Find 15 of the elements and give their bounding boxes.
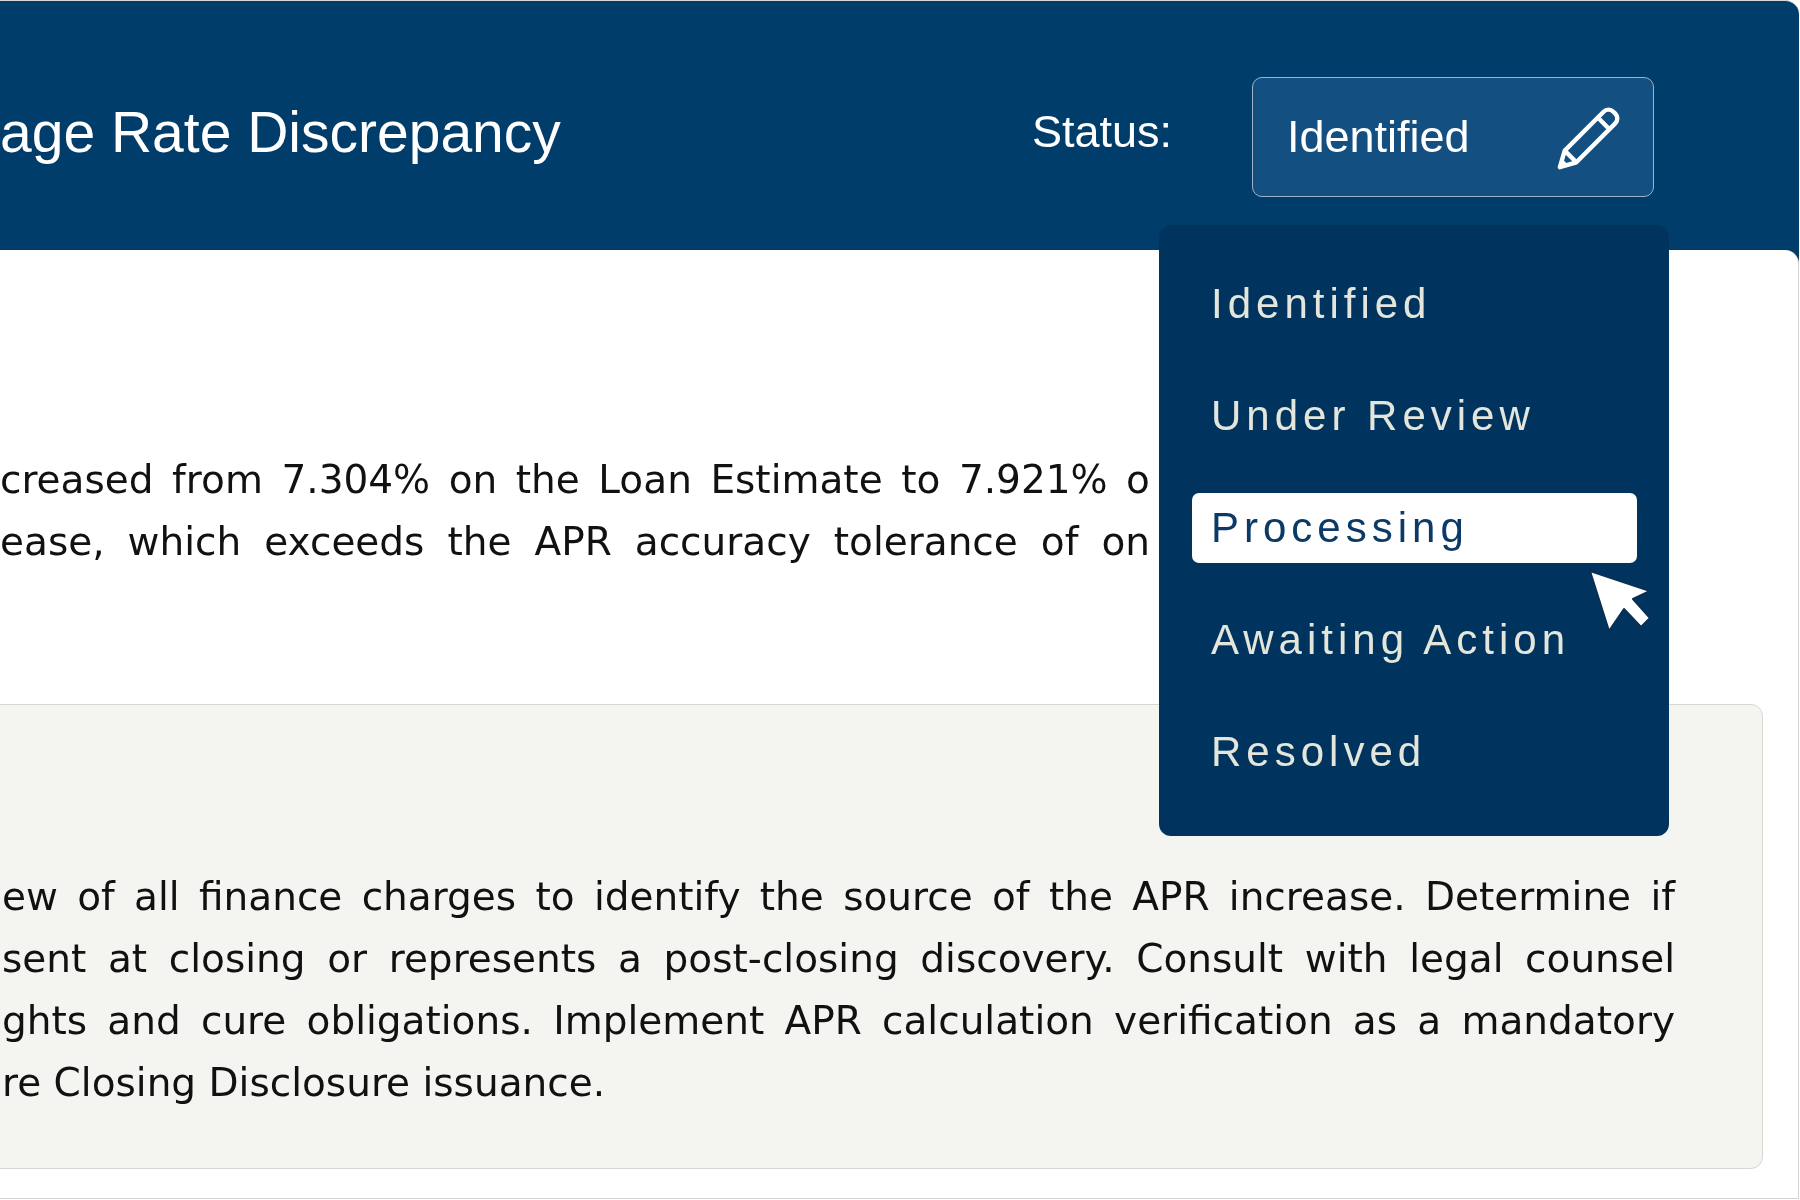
menu-item[interactable]: Awaiting Action: [1192, 605, 1637, 675]
menu-item[interactable]: Resolved: [1192, 717, 1637, 787]
menu-item[interactable]: Identified: [1192, 269, 1637, 339]
menu-item[interactable]: Under Review: [1192, 381, 1637, 451]
cursor-arrow-icon: [1588, 569, 1652, 633]
menu-item[interactable]: Processing: [1192, 493, 1637, 563]
status-dropdown[interactable]: Identified: [1252, 76, 1654, 197]
issue-title: age Rate Discrepancy: [0, 98, 561, 165]
recommendation-text: ghts and cure obligations. Implement APR calculation verification as a mandatory: [2, 997, 1675, 1045]
description-text: ease, which exceeds the APR accuracy tolerance of on: [0, 518, 1150, 566]
status-label: Status:: [1031, 105, 1172, 158]
recommendation-text: ew of all finance charges to identify the source of the APR increase. Determine if: [2, 873, 1675, 921]
recommendation-text: re Closing Disclosure issuance.: [2, 1059, 607, 1107]
description-text: creased from 7.304% on the Loan Estimate to 7.921% o: [0, 456, 1150, 504]
recommendation-text: sent at closing or represents a post-closing discovery. Consult with legal counsel: [2, 935, 1675, 983]
